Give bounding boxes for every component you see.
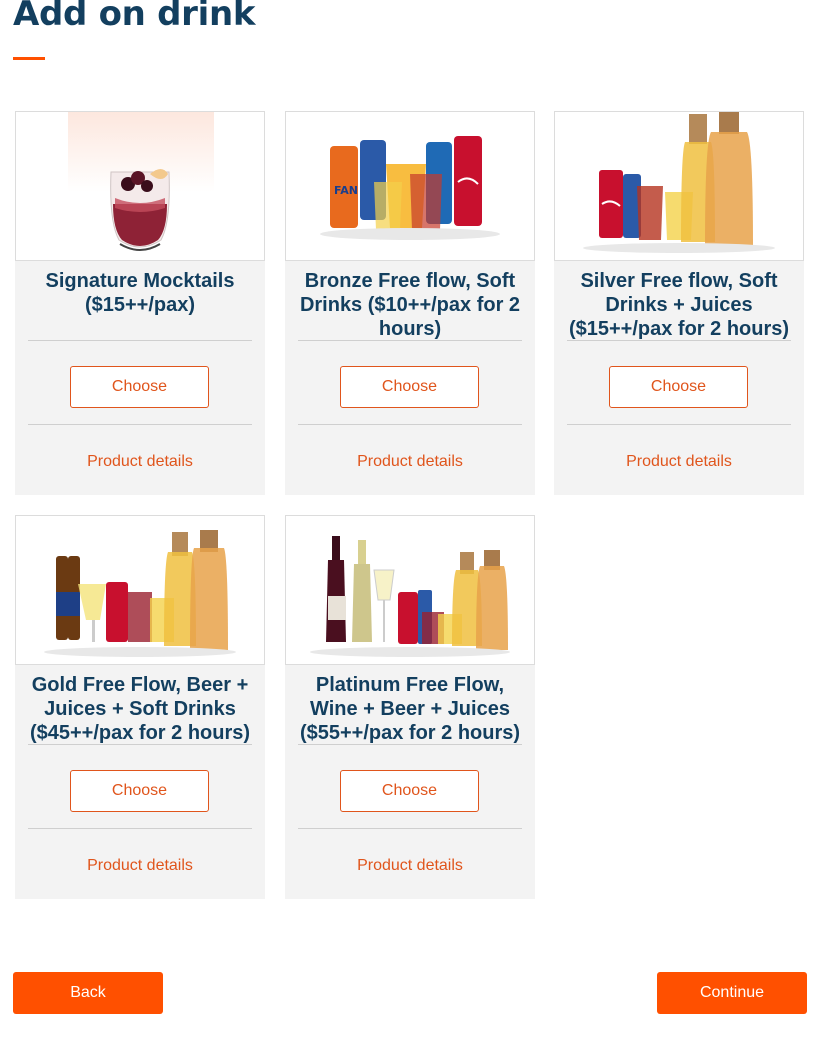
divider [298, 744, 522, 745]
product-details-link[interactable]: Product details [15, 857, 265, 875]
product-details-link[interactable]: Product details [554, 453, 804, 471]
divider [298, 424, 522, 425]
svg-text:FAN: FAN [334, 184, 358, 197]
divider [28, 424, 252, 425]
product-image: FAN [285, 111, 535, 261]
divider [28, 828, 252, 829]
page-title: Add on drink [13, 0, 256, 34]
beer-cans-juices-image [44, 530, 236, 657]
title-underline [13, 57, 45, 60]
divider [298, 828, 522, 829]
product-card-platinum: Platinum Free Flow, Wine + Beer + Juices… [285, 515, 535, 899]
product-card-signature-mocktails: Signature Mocktails ($15++/pax) Choose P… [15, 111, 265, 495]
choose-button[interactable]: Choose [340, 770, 479, 812]
divider [567, 424, 791, 425]
product-name: Silver Free flow, Soft Drinks + Juices (… [568, 270, 790, 340]
soft-drink-cans-image: FAN [320, 136, 500, 240]
divider [28, 340, 252, 341]
product-details-link[interactable]: Product details [285, 857, 535, 875]
divider [298, 340, 522, 341]
divider [567, 340, 791, 341]
continue-button[interactable]: Continue [657, 972, 807, 1014]
choose-button[interactable]: Choose [70, 366, 209, 408]
product-image [15, 111, 265, 261]
choose-button[interactable]: Choose [70, 770, 209, 812]
product-card-gold: Gold Free Flow, Beer + Juices + Soft Dri… [15, 515, 265, 899]
product-name: Platinum Free Flow, Wine + Beer + Juices… [299, 674, 521, 744]
product-card-bronze: FAN Bronze Free flow, Soft Drinks ($10++… [285, 111, 535, 495]
product-image [15, 515, 265, 665]
product-details-link[interactable]: Product details [15, 453, 265, 471]
product-name: Bronze Free flow, Soft Drinks ($10++/pax… [299, 270, 521, 340]
add-on-drink-page: Add on drink Signature Mocktails ($15++/… [0, 0, 822, 1041]
back-button[interactable]: Back [13, 972, 163, 1014]
product-image [285, 515, 535, 665]
product-image [554, 111, 804, 261]
choose-button[interactable]: Choose [340, 366, 479, 408]
product-details-link[interactable]: Product details [285, 453, 535, 471]
product-card-silver: Silver Free flow, Soft Drinks + Juices (… [554, 111, 804, 495]
cans-and-juice-carafes-image [583, 112, 775, 253]
product-name: Signature Mocktails ($15++/pax) [45, 270, 235, 316]
product-name: Gold Free Flow, Beer + Juices + Soft Dri… [29, 674, 251, 744]
divider [28, 744, 252, 745]
choose-button[interactable]: Choose [609, 366, 748, 408]
wine-beer-juices-image [310, 536, 510, 657]
mocktail-glass-image [68, 112, 214, 251]
